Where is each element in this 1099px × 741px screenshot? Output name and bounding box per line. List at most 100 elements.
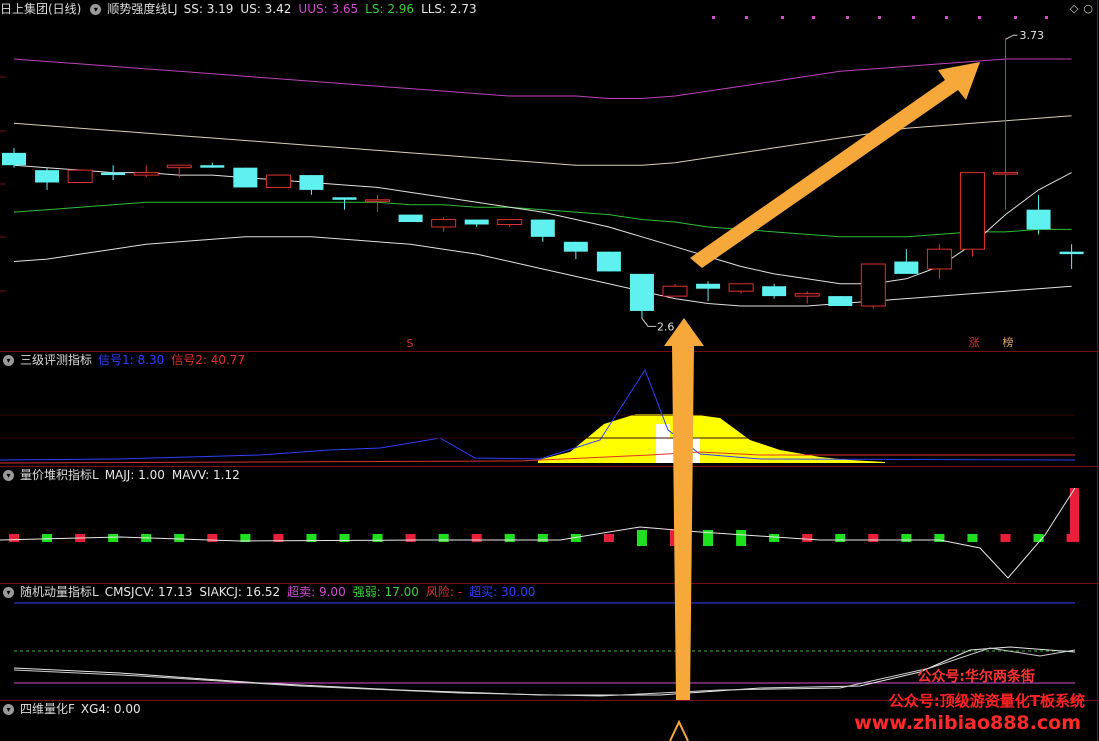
candle-body-32 <box>1059 251 1084 255</box>
signal-dot-0 <box>712 16 715 19</box>
main-value-1: US: 3.42 <box>240 2 292 16</box>
signal-dot-8 <box>978 16 981 19</box>
panel3-values: MAJJ: 1.00 MAVV: 1.12 <box>105 466 240 484</box>
candle-body-11 <box>365 199 391 202</box>
candle-body-23 <box>762 286 787 297</box>
signal-dot-5 <box>878 16 881 19</box>
candle-body-2 <box>67 169 93 183</box>
panel2-header: ▾ 三级评测指标 信号1: 8.30 信号2: 40.77 <box>0 351 245 369</box>
panel5-toggle-icon[interactable]: ▾ <box>3 703 14 715</box>
panel3-header: ▾ 量价堆积指标L MAJJ: 1.00 MAVV: 1.12 <box>0 466 240 484</box>
volume-bar-19 <box>636 530 647 546</box>
signal-dot-2 <box>781 16 784 19</box>
main-value-2: UUS: 3.65 <box>298 2 359 16</box>
signal-dot-10 <box>1045 16 1048 19</box>
uus-line <box>13 58 1072 99</box>
volume-bar-26 <box>868 534 879 542</box>
panel4-value-0: CMSJCV: 17.13 <box>104 585 193 599</box>
panel4-value-5: 超买: 30.00 <box>469 585 536 599</box>
stock-title: 日上集团(日线) <box>0 2 82 16</box>
circle-icon[interactable]: ○ <box>1083 2 1093 15</box>
volume-bar-29 <box>967 534 978 542</box>
diamond-icon[interactable]: ◇ <box>1070 2 1078 15</box>
panel4-value-1: SIAKCJ: 16.52 <box>199 585 281 599</box>
main-value-3: LS: 2.96 <box>365 2 415 16</box>
panel5-value-0: XG4: 0.00 <box>80 702 141 716</box>
watermark-line3: www.zhibiao888.com <box>854 712 1081 734</box>
candle-body-24 <box>794 293 820 297</box>
tag-zhang: 涨 <box>969 336 980 349</box>
vertical-arrow-icon <box>664 318 704 700</box>
volume-bar-25 <box>835 534 846 542</box>
volume-bar-22 <box>736 530 747 546</box>
volume-bar-27 <box>901 534 912 542</box>
candle-body-13 <box>431 219 457 228</box>
indicator-toggle-icon[interactable]: ▾ <box>90 3 102 15</box>
volume-bar-16 <box>537 534 548 542</box>
panel3-value-1: MAVV: 1.12 <box>171 468 240 482</box>
volume-bar-15 <box>504 534 515 542</box>
main-value-0: SS: 3.19 <box>183 2 234 16</box>
candle-body-16 <box>530 219 555 237</box>
majj-line <box>0 487 1076 579</box>
signal-dot-3 <box>812 16 815 19</box>
indicator-name: 顺势强度线LJ <box>107 2 178 16</box>
panel5-values: XG4: 0.00 <box>81 700 141 718</box>
candle-body-26 <box>860 263 886 307</box>
candle-body-6 <box>200 165 225 168</box>
s-marker: S <box>407 337 414 350</box>
candle-body-21 <box>696 283 721 289</box>
volume-bar-18 <box>603 534 614 542</box>
panel2-title: 三级评测指标 <box>20 353 93 367</box>
tag-bang: 榜 <box>1003 335 1014 349</box>
candle-body-31 <box>1026 209 1051 230</box>
volume-bar-11 <box>372 534 383 542</box>
caret-marker-icon <box>669 719 689 741</box>
panel4-toggle-icon[interactable]: ▾ <box>3 586 14 598</box>
candle-body-29 <box>959 172 985 250</box>
panel3-title: 量价堆积指标L <box>20 468 99 482</box>
panel4-title: 随机动量指标L <box>20 585 99 599</box>
candle-body-8 <box>265 174 291 188</box>
panel4-values: CMSJCV: 17.13 SIAKCJ: 16.52 超卖: 9.00 强弱: 17… <box>105 583 536 601</box>
panel2-value-0: 信号1: 8.30 <box>98 353 165 367</box>
volume-bar-6 <box>207 534 218 542</box>
panel4-value-3: 强弱: 17.00 <box>352 585 419 599</box>
siakcj-line <box>13 647 1076 697</box>
volume-bar-13 <box>438 534 449 542</box>
panel2-toggle-icon[interactable]: ▾ <box>3 354 14 366</box>
volume-bar-3 <box>108 534 119 542</box>
candle-body-17 <box>563 241 588 252</box>
chart-canvas[interactable]: 3.73 2.6 S 涨 榜 <box>0 0 1099 741</box>
signal-dot-7 <box>945 16 948 19</box>
watermark-line1: 公众号:华尔两条街 <box>917 669 1035 685</box>
panel5-title: 四维量化F <box>20 702 75 716</box>
candle-body-25 <box>828 296 853 306</box>
high-price-label: 3.73 <box>1020 29 1045 42</box>
candle-body-30 <box>993 172 1018 175</box>
main-value-4: LLS: 2.73 <box>421 2 477 16</box>
low-leader <box>641 318 656 327</box>
candle-body-0 <box>2 152 26 166</box>
volume-bar-0 <box>9 534 19 542</box>
indicator-values: SS: 3.19 US: 3.42 UUS: 3.65 LS: 2.96 LLS: 2.… <box>184 0 477 18</box>
volume-bar-12 <box>405 534 416 542</box>
volume-bar-5 <box>174 534 185 542</box>
candle-body-28 <box>926 248 952 270</box>
panel3-toggle-icon[interactable]: ▾ <box>3 469 14 481</box>
panel4-header: ▾ 随机动量指标L CMSJCV: 17.13 SIAKCJ: 16.52 超卖: … <box>0 583 535 601</box>
volume-bar-last <box>1070 488 1079 542</box>
candle-body-27 <box>894 261 919 274</box>
panel2-values: 信号1: 8.30 信号2: 40.77 <box>98 351 245 369</box>
signal-dot-1 <box>745 16 748 19</box>
candle-body-10 <box>332 197 357 200</box>
high-leader <box>1005 34 1018 40</box>
candle-body-7 <box>233 167 258 188</box>
volume-bar-24 <box>802 534 813 542</box>
panel4-value-2: 超卖: 9.00 <box>287 585 346 599</box>
window-controls: ◇ ○ <box>1070 2 1093 15</box>
panel4-value-4: 风险: - <box>425 585 463 599</box>
signal-dot-9 <box>1014 16 1017 19</box>
candle-body-22 <box>728 283 754 292</box>
candle-body-12 <box>398 214 423 223</box>
